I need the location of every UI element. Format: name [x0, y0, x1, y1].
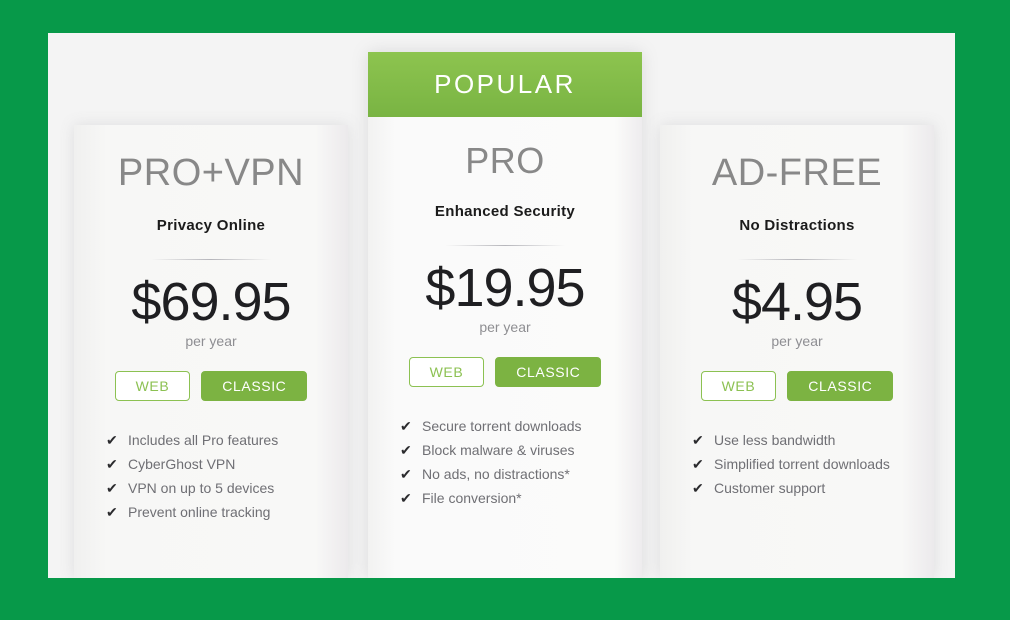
plan-name: PRO+VPN — [117, 152, 305, 194]
check-icon: ✔ — [400, 418, 412, 435]
feature-list: ✔ Use less bandwidth ✔ Simplified torren… — [660, 429, 934, 500]
plan-name: PRO — [465, 140, 545, 181]
popular-badge: POPULAR — [368, 52, 642, 117]
feature-label: Secure torrent downloads — [422, 418, 582, 435]
list-item: ✔ Use less bandwidth — [692, 429, 908, 452]
web-button[interactable]: WEB — [700, 371, 777, 402]
list-item: ✔ File conversion* — [400, 487, 616, 510]
list-item: ✔ Includes all Pro features — [106, 429, 322, 452]
classic-button[interactable]: CLASSIC — [495, 357, 602, 388]
plan-name: AD-FREE — [711, 152, 883, 194]
card-body: PRO+VPN Privacy Online $69.95 per year W… — [74, 125, 348, 524]
plan-price: $69.95 — [131, 271, 291, 332]
list-item: ✔ Block malware & viruses — [400, 439, 616, 462]
check-icon: ✔ — [106, 504, 118, 521]
plan-tagline: Enhanced Security — [434, 202, 576, 220]
feature-label: Block malware & viruses — [422, 442, 575, 459]
plan-price-period: per year — [771, 333, 823, 350]
check-icon: ✔ — [106, 432, 118, 449]
feature-list: ✔ Secure torrent downloads ✔ Block malwa… — [368, 415, 642, 510]
feature-label: CyberGhost VPN — [128, 456, 236, 473]
feature-label: VPN on up to 5 devices — [128, 480, 275, 497]
feature-label: Includes all Pro features — [128, 432, 279, 449]
feature-label: File conversion* — [422, 490, 522, 507]
plan-price: $4.95 — [731, 271, 863, 332]
plan-price-period: per year — [479, 319, 531, 336]
feature-label: Simplified torrent downloads — [714, 456, 890, 473]
pricing-table: PRO+VPN Privacy Online $69.95 per year W… — [48, 33, 955, 578]
pricing-panel: PRO+VPN Privacy Online $69.95 per year W… — [48, 33, 955, 578]
list-item: ✔ CyberGhost VPN — [106, 453, 322, 476]
divider — [151, 258, 271, 260]
check-icon: ✔ — [400, 466, 412, 483]
card-body: PRO Enhanced Security $19.95 per year WE… — [368, 117, 642, 510]
feature-list: ✔ Includes all Pro features ✔ CyberGhost… — [74, 429, 348, 524]
feature-label: Use less bandwidth — [714, 432, 836, 449]
check-icon: ✔ — [692, 432, 704, 449]
check-icon: ✔ — [400, 442, 412, 459]
pricing-card-pro[interactable]: POPULAR PRO Enhanced Security $19.95 per… — [368, 52, 642, 578]
divider — [737, 258, 857, 260]
feature-label: No ads, no distractions* — [422, 466, 570, 483]
plan-button-row: WEB CLASSIC — [74, 371, 348, 402]
pricing-card-pro-vpn[interactable]: PRO+VPN Privacy Online $69.95 per year W… — [74, 125, 348, 578]
plan-button-row: WEB CLASSIC — [660, 371, 934, 402]
list-item: ✔ Secure torrent downloads — [400, 415, 616, 438]
plan-price-period: per year — [185, 333, 237, 350]
check-icon: ✔ — [692, 480, 704, 497]
check-icon: ✔ — [400, 490, 412, 507]
web-button[interactable]: WEB — [114, 371, 191, 402]
divider — [445, 244, 565, 246]
feature-label: Customer support — [714, 480, 826, 497]
classic-button[interactable]: CLASSIC — [787, 371, 894, 402]
plan-tagline: Privacy Online — [156, 216, 266, 234]
plan-button-row: WEB CLASSIC — [368, 357, 642, 388]
list-item: ✔ VPN on up to 5 devices — [106, 477, 322, 500]
web-button[interactable]: WEB — [408, 357, 485, 388]
check-icon: ✔ — [692, 456, 704, 473]
list-item: ✔ Simplified torrent downloads — [692, 453, 908, 476]
plan-tagline: No Distractions — [739, 216, 855, 234]
pricing-card-ad-free[interactable]: AD-FREE No Distractions $4.95 per year W… — [660, 125, 934, 578]
list-item: ✔ No ads, no distractions* — [400, 463, 616, 486]
plan-price: $19.95 — [425, 257, 585, 318]
feature-label: Prevent online tracking — [128, 504, 271, 521]
list-item: ✔ Prevent online tracking — [106, 501, 322, 524]
card-body: AD-FREE No Distractions $4.95 per year W… — [660, 125, 934, 500]
check-icon: ✔ — [106, 456, 118, 473]
check-icon: ✔ — [106, 480, 118, 497]
classic-button[interactable]: CLASSIC — [201, 371, 308, 402]
list-item: ✔ Customer support — [692, 477, 908, 500]
